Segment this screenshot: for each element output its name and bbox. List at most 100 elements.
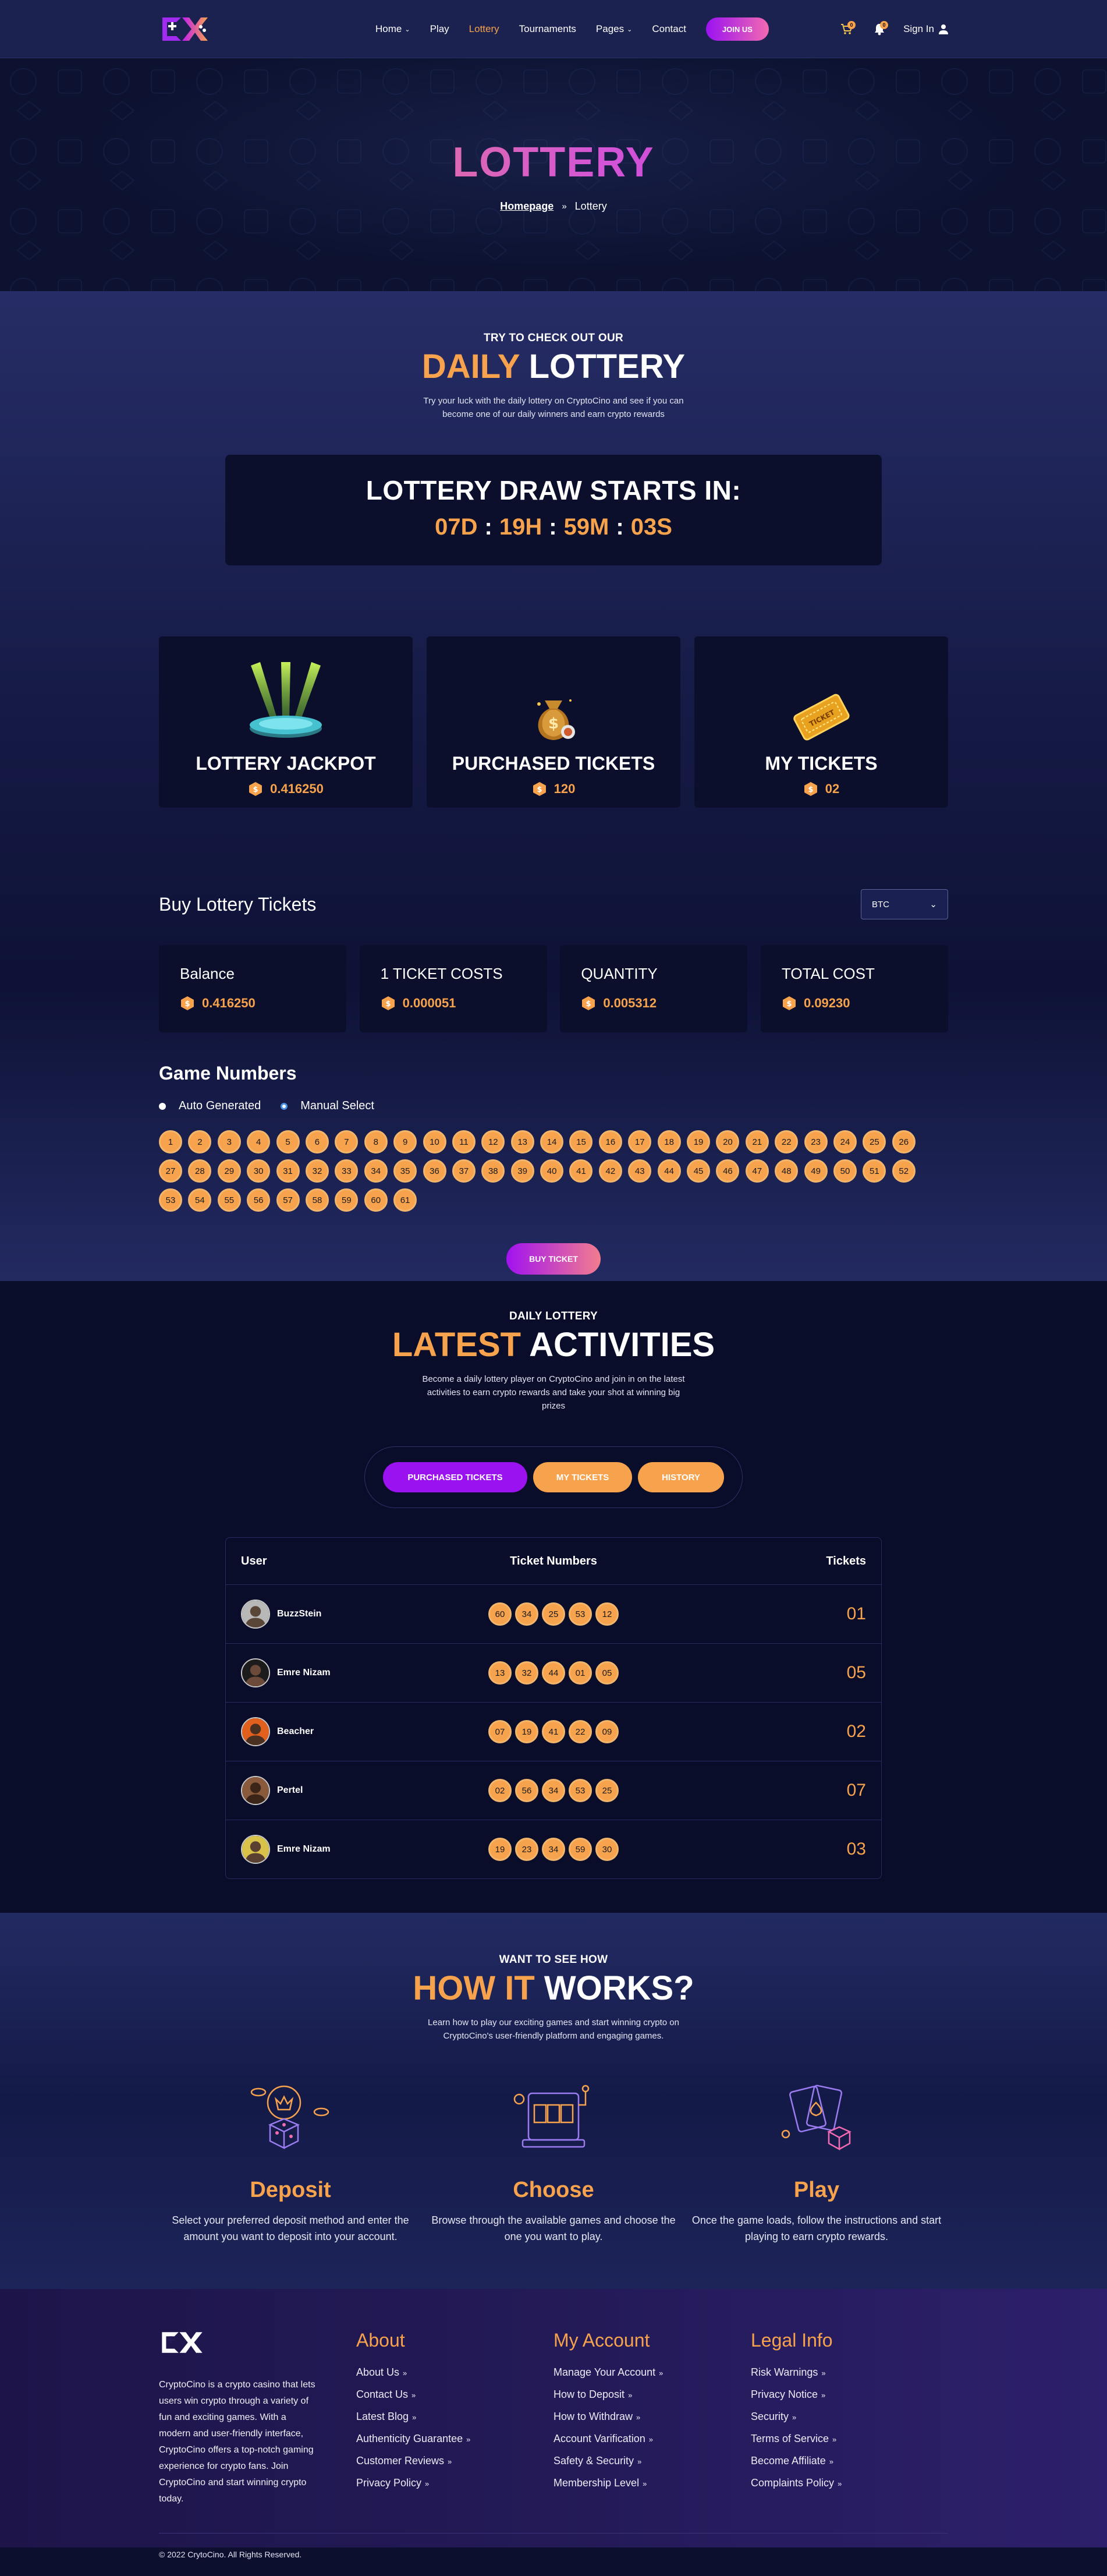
number-ball[interactable]: 8 [364, 1130, 388, 1153]
number-ball[interactable]: 41 [569, 1159, 593, 1183]
number-ball[interactable]: 20 [716, 1130, 740, 1153]
footer-link[interactable]: Become Affiliate» [751, 2450, 948, 2472]
number-ball[interactable]: 23 [804, 1130, 828, 1153]
footer-link[interactable]: How to Withdraw» [554, 2406, 751, 2428]
number-ball[interactable]: 43 [628, 1159, 652, 1183]
number-ball[interactable]: 9 [393, 1130, 417, 1153]
number-ball[interactable]: 16 [598, 1130, 622, 1153]
footer-link[interactable]: Latest Blog» [356, 2406, 554, 2428]
number-ball[interactable]: 11 [452, 1130, 476, 1153]
notification-button[interactable]: 0 [871, 20, 889, 38]
buy-ticket-button[interactable]: BUY TICKET [506, 1243, 601, 1275]
ticket-number: 56 [515, 1779, 538, 1802]
number-ball[interactable]: 25 [863, 1130, 886, 1153]
footer-link[interactable]: How to Deposit» [554, 2384, 751, 2406]
number-ball[interactable]: 57 [276, 1188, 300, 1212]
number-ball[interactable]: 52 [892, 1159, 916, 1183]
currency-select[interactable]: BTC ⌄ [861, 889, 948, 919]
number-ball[interactable]: 51 [863, 1159, 886, 1183]
number-ball[interactable]: 56 [247, 1188, 271, 1212]
number-ball[interactable]: 31 [276, 1159, 300, 1183]
footer-link[interactable]: Authenticity Guarantee» [356, 2428, 554, 2450]
logo-icon[interactable] [159, 14, 211, 44]
number-ball[interactable]: 40 [540, 1159, 564, 1183]
tab-purchased-tickets[interactable]: PURCHASED TICKETS [383, 1462, 527, 1492]
number-ball[interactable]: 30 [247, 1159, 271, 1183]
footer-link[interactable]: Privacy Notice» [751, 2384, 948, 2406]
number-ball[interactable]: 29 [217, 1159, 241, 1183]
number-ball[interactable]: 22 [775, 1130, 799, 1153]
number-ball[interactable]: 61 [393, 1188, 417, 1212]
number-ball[interactable]: 26 [892, 1130, 916, 1153]
number-ball[interactable]: 19 [687, 1130, 711, 1153]
number-ball[interactable]: 36 [423, 1159, 446, 1183]
number-ball[interactable]: 14 [540, 1130, 564, 1153]
footer-link[interactable]: Customer Reviews» [356, 2450, 554, 2472]
sign-in-link[interactable]: Sign In [903, 23, 948, 35]
number-ball[interactable]: 50 [833, 1159, 857, 1183]
number-ball[interactable]: 32 [305, 1159, 329, 1183]
number-ball[interactable]: 15 [569, 1130, 593, 1153]
nav-play[interactable]: Play [430, 23, 449, 35]
number-ball[interactable]: 44 [657, 1159, 681, 1183]
cart-button[interactable]: 0 [838, 20, 856, 38]
footer-link[interactable]: Risk Warnings» [751, 2362, 948, 2384]
number-ball[interactable]: 27 [159, 1159, 182, 1183]
auto-generated-radio[interactable]: Auto Generated [159, 1099, 261, 1113]
number-ball[interactable]: 1 [159, 1130, 182, 1153]
number-ball[interactable]: 58 [305, 1188, 329, 1212]
number-ball[interactable]: 37 [452, 1159, 476, 1183]
footer-link[interactable]: Privacy Policy» [356, 2472, 554, 2494]
nav-tournaments[interactable]: Tournaments [519, 23, 576, 35]
number-ball[interactable]: 7 [335, 1130, 359, 1153]
number-ball[interactable]: 10 [423, 1130, 446, 1153]
footer-link[interactable]: Manage Your Account» [554, 2362, 751, 2384]
number-ball[interactable]: 55 [217, 1188, 241, 1212]
number-ball[interactable]: 59 [335, 1188, 359, 1212]
number-ball[interactable]: 46 [716, 1159, 740, 1183]
number-ball[interactable]: 39 [510, 1159, 534, 1183]
footer-logo-icon[interactable] [159, 2329, 205, 2356]
number-ball[interactable]: 47 [745, 1159, 769, 1183]
footer-link[interactable]: Membership Level» [554, 2472, 751, 2494]
number-ball[interactable]: 28 [188, 1159, 212, 1183]
number-ball[interactable]: 42 [598, 1159, 622, 1183]
number-ball[interactable]: 6 [305, 1130, 329, 1153]
number-ball[interactable]: 34 [364, 1159, 388, 1183]
number-ball[interactable]: 54 [188, 1188, 212, 1212]
number-ball[interactable]: 33 [335, 1159, 359, 1183]
number-ball[interactable]: 49 [804, 1159, 828, 1183]
number-ball[interactable]: 21 [745, 1130, 769, 1153]
number-ball[interactable]: 45 [687, 1159, 711, 1183]
footer-link[interactable]: Contact Us» [356, 2384, 554, 2406]
number-ball[interactable]: 17 [628, 1130, 652, 1153]
tab-my-tickets[interactable]: MY TICKETS [533, 1462, 632, 1492]
number-ball[interactable]: 38 [481, 1159, 505, 1183]
manual-select-radio[interactable]: Manual Select [281, 1099, 374, 1113]
join-us-button[interactable]: JOIN US [705, 17, 769, 41]
number-ball[interactable]: 3 [217, 1130, 241, 1153]
number-ball[interactable]: 48 [775, 1159, 799, 1183]
footer-link[interactable]: Security» [751, 2406, 948, 2428]
breadcrumb-home-link[interactable]: Homepage [500, 200, 554, 213]
nav-home[interactable]: Home ⌄ [375, 23, 410, 35]
nav-lottery[interactable]: Lottery [469, 23, 499, 35]
number-ball[interactable]: 24 [833, 1130, 857, 1153]
tab-history[interactable]: HISTORY [638, 1462, 724, 1492]
footer-link[interactable]: Terms of Service» [751, 2428, 948, 2450]
footer-link[interactable]: Complaints Policy» [751, 2472, 948, 2494]
number-ball[interactable]: 13 [510, 1130, 534, 1153]
number-ball[interactable]: 60 [364, 1188, 388, 1212]
nav-contact[interactable]: Contact [652, 23, 686, 35]
nav-pages[interactable]: Pages ⌄ [596, 23, 632, 35]
number-ball[interactable]: 12 [481, 1130, 505, 1153]
number-ball[interactable]: 53 [159, 1188, 182, 1212]
number-ball[interactable]: 18 [657, 1130, 681, 1153]
number-ball[interactable]: 4 [247, 1130, 271, 1153]
number-ball[interactable]: 2 [188, 1130, 212, 1153]
footer-link[interactable]: Safety & Security» [554, 2450, 751, 2472]
footer-link[interactable]: Account Varification» [554, 2428, 751, 2450]
number-ball[interactable]: 5 [276, 1130, 300, 1153]
number-ball[interactable]: 35 [393, 1159, 417, 1183]
footer-link[interactable]: About Us» [356, 2362, 554, 2384]
